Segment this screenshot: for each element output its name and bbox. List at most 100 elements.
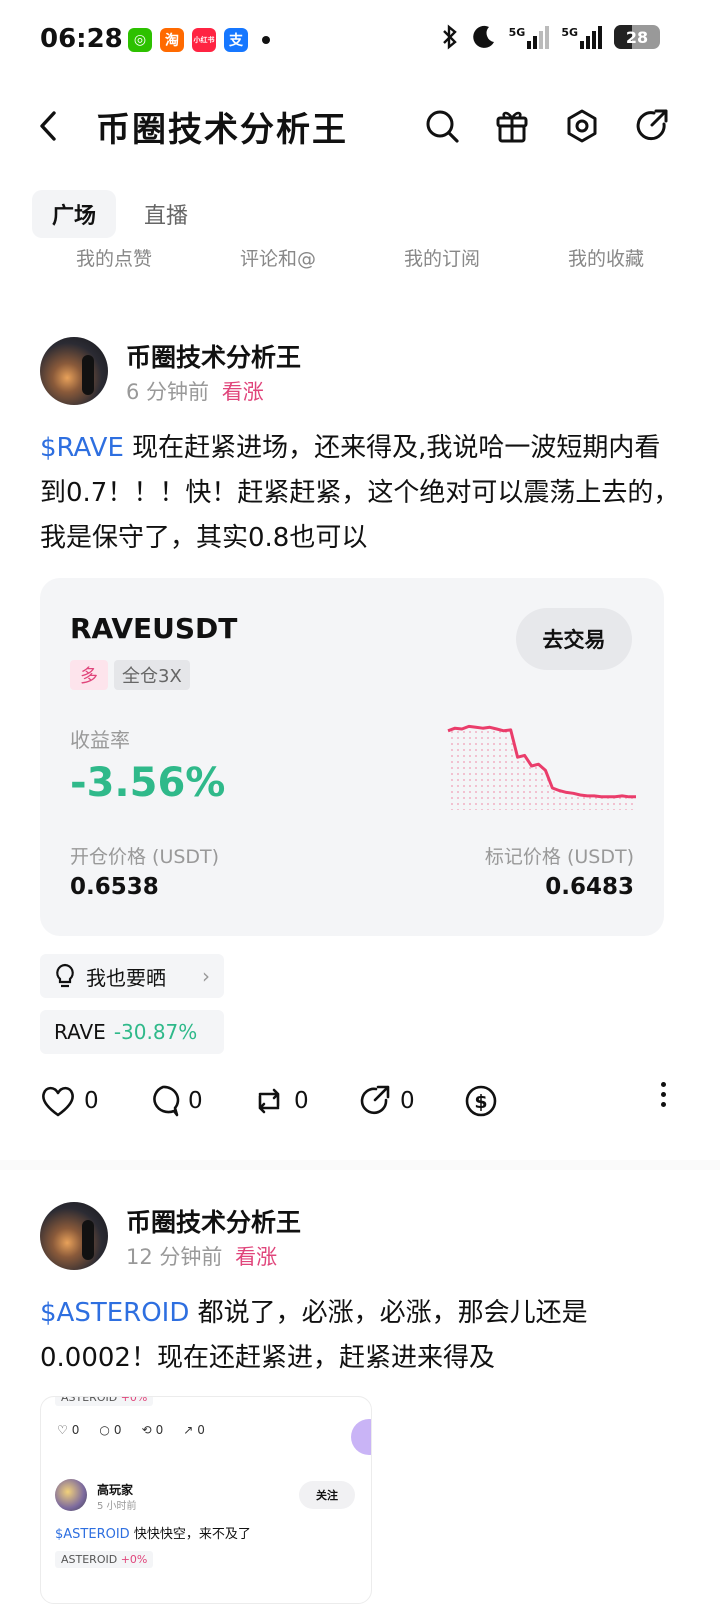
subtab-comments-mentions[interactable]: 评论和@ — [240, 244, 316, 271]
share-arrow-icon — [360, 1085, 390, 1115]
author-avatar[interactable] — [40, 337, 108, 405]
leverage-badge: 全仓3X — [114, 660, 190, 690]
price-sparkline — [447, 724, 636, 810]
author-name[interactable]: 币圈技术分析王 — [126, 1203, 301, 1239]
like-count: 0 — [84, 1088, 99, 1114]
embed-post-actions: ♡ 0 ○ 0 ⟲ 0 ↗ 0 — [57, 1423, 205, 1437]
embed-share: ↗ 0 — [183, 1423, 205, 1437]
ticker-chip[interactable]: RAVE -30.87% — [40, 1010, 224, 1054]
signal-5g-icon: 5G — [508, 25, 550, 49]
taobao-icon: 淘 — [160, 28, 184, 52]
post-text: 现在赶紧进场，还来得及,我说哈一波短期内看到0.7！！！快！赶紧赶紧，这个绝对可… — [40, 433, 680, 553]
embed-comment-count: 0 — [113, 1423, 122, 1437]
svg-text:$: $ — [474, 1091, 487, 1113]
tab-live[interactable]: 直播 — [124, 190, 208, 238]
embed-ticker-link: $ASTEROID — [55, 1527, 130, 1542]
ticker-link[interactable]: $ASTEROID — [40, 1298, 189, 1328]
embed-comment: ○ 0 — [99, 1423, 122, 1437]
floating-bubble-icon — [351, 1419, 371, 1455]
ticker-link[interactable]: $RAVE — [40, 433, 124, 463]
status-bar: 06:28 ◎ 淘 小红书 支 5G 5G 28 — [0, 0, 720, 80]
share-position-chip[interactable]: 我也要晒 › — [40, 954, 224, 998]
tab-square[interactable]: 广场 — [32, 190, 117, 238]
more-options-icon[interactable] — [661, 1082, 666, 1107]
wechat-icon: ◎ — [128, 28, 152, 52]
post-meta: 6 分钟前 看涨 — [126, 376, 264, 406]
status-time: 06:28 — [40, 24, 123, 54]
embed-follow-button: 关注 — [299, 1481, 355, 1509]
open-price-label: 开仓价格 (USDT) — [70, 846, 220, 868]
embed-ticker-symbol: ASTEROID — [61, 1396, 118, 1404]
lightbulb-icon — [56, 963, 74, 988]
gift-button[interactable] — [490, 104, 534, 148]
subtab-my-subscriptions[interactable]: 我的订阅 — [404, 244, 480, 271]
subtab-my-likes[interactable]: 我的点赞 — [76, 244, 152, 271]
mark-price-label: 标记价格 (USDT) — [484, 846, 634, 868]
trading-pair: RAVEUSDT — [70, 612, 238, 645]
comment-count: 0 — [188, 1088, 203, 1114]
post-actions: 0 0 0 0 $ — [40, 1078, 680, 1124]
share-post-button[interactable]: 0 — [358, 1078, 415, 1124]
settings-button[interactable] — [560, 104, 604, 148]
back-arrow-icon — [40, 111, 56, 141]
chevron-right-icon: › — [202, 964, 210, 988]
notification-app-icons: ◎ 淘 小红书 支 — [128, 28, 270, 52]
sentiment-tag: 看涨 — [221, 380, 264, 404]
embed-post-text: $ASTEROID 快快快空，来不及了 — [55, 1523, 251, 1542]
comment-bubble-icon — [153, 1085, 180, 1117]
embed-ticker-symbol: ASTEROID — [61, 1553, 118, 1566]
more-notifications-dot-icon — [262, 36, 270, 44]
share-icon — [636, 109, 668, 141]
embed-user-avatar — [55, 1479, 87, 1511]
dollar-coin-icon: $ — [465, 1085, 497, 1117]
battery-icon: 28 — [614, 25, 660, 49]
sub-navigation: 我的点赞 评论和@ 我的订阅 我的收藏 — [32, 244, 688, 271]
share-count: 0 — [400, 1088, 415, 1114]
embed-post-time: 5 小时前 — [97, 1501, 137, 1512]
gift-icon — [496, 111, 528, 143]
comment-button[interactable]: 0 — [146, 1078, 203, 1124]
repost-count: 0 — [294, 1088, 309, 1114]
post-meta: 12 分钟前 看涨 — [126, 1241, 277, 1271]
post-time: 6 分钟前 — [126, 380, 210, 404]
embed-ticker-chip-bottom: ASTEROID +0% — [55, 1551, 154, 1568]
settings-icon — [567, 109, 597, 143]
repost-button[interactable]: 0 — [252, 1078, 309, 1124]
system-status-icons: 5G 5G 28 — [441, 24, 660, 50]
alipay-icon: 支 — [224, 28, 248, 52]
embed-repost-count: 0 — [155, 1423, 164, 1437]
embed-text-body: 快快快空，来不及了 — [129, 1527, 251, 1542]
heart-icon — [42, 1086, 74, 1117]
post-body[interactable]: $ASTEROID 都说了，必涨，必涨，那会儿还是0.0002！现在还赶紧进，赶… — [40, 1291, 680, 1381]
go-trade-button[interactable]: 去交易 — [516, 608, 632, 670]
embed-user-name: 高玩家 — [97, 1483, 134, 1497]
subtab-my-favorites[interactable]: 我的收藏 — [568, 244, 644, 271]
roi-label: 收益率 — [70, 728, 130, 752]
sentiment-tag: 看涨 — [235, 1245, 278, 1269]
signal-5g-label-2: 5G — [561, 25, 578, 39]
author-avatar[interactable] — [40, 1202, 108, 1270]
post-body[interactable]: $RAVE 现在赶紧进场，还来得及,我说哈一波短期内看到0.7！！！快！赶紧赶紧… — [40, 426, 680, 561]
embed-ticker-change: +0% — [120, 1553, 148, 1566]
embedded-screenshot[interactable]: ASTEROID +0% ♡ 0 ○ 0 ⟲ 0 ↗ 0 高玩家 5 小时前 关注 $A… — [40, 1396, 372, 1604]
bluetooth-icon — [442, 24, 457, 50]
author-name[interactable]: 币圈技术分析王 — [126, 338, 301, 374]
tip-button[interactable]: $ — [464, 1078, 498, 1124]
feed-tabs: 广场 直播 — [32, 190, 208, 238]
do-not-disturb-moon-icon — [472, 25, 494, 48]
post-divider — [0, 1160, 720, 1170]
share-chip-label: 我也要晒 — [86, 965, 166, 990]
open-price-value: 0.6538 — [70, 874, 159, 900]
roi-value: -3.56% — [70, 760, 226, 806]
share-button[interactable] — [630, 104, 674, 148]
search-button[interactable] — [420, 104, 464, 148]
embed-share-count: 0 — [197, 1423, 205, 1437]
back-button[interactable] — [28, 106, 68, 146]
like-button[interactable]: 0 — [40, 1078, 99, 1124]
signal-5g-icon-2: 5G — [561, 25, 602, 49]
embed-ticker-chip-top: ASTEROID +0% — [55, 1396, 154, 1406]
position-card[interactable]: RAVEUSDT 去交易 多 全仓3X 收益率 -3.56% 开仓价格 (USD… — [40, 578, 664, 936]
page-title: 币圈技术分析王 — [96, 110, 348, 150]
ticker-symbol: RAVE — [54, 1020, 106, 1044]
signal-5g-label: 5G — [508, 25, 526, 39]
